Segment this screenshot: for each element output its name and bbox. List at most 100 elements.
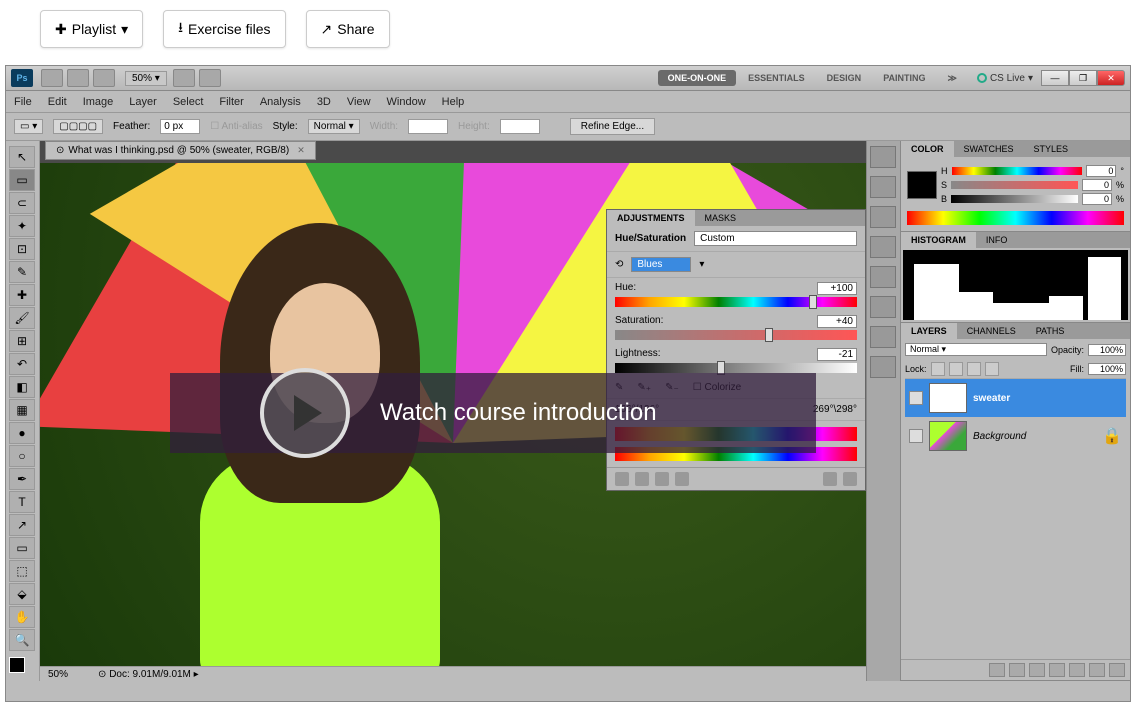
lock-pixels-icon[interactable]: [949, 362, 963, 376]
workspace-painting[interactable]: PAINTING: [873, 70, 935, 86]
stamp-tool[interactable]: ⊞: [9, 330, 35, 352]
workspace-one-on-one[interactable]: ONE-ON-ONE: [658, 70, 737, 86]
hue-slider[interactable]: [615, 297, 857, 307]
status-zoom[interactable]: 50%: [48, 669, 68, 680]
tab-color[interactable]: COLOR: [901, 141, 954, 157]
saturation-slider[interactable]: [615, 330, 857, 340]
tab-info[interactable]: INFO: [976, 232, 1018, 248]
pen-tool[interactable]: ✒: [9, 468, 35, 490]
layer-sweater[interactable]: sweater: [905, 379, 1126, 417]
menu-file[interactable]: File: [14, 96, 32, 108]
eraser-tool[interactable]: ◧: [9, 376, 35, 398]
blur-tool[interactable]: ●: [9, 422, 35, 444]
menu-edit[interactable]: Edit: [48, 96, 67, 108]
h-slider[interactable]: [952, 167, 1083, 175]
menu-3d[interactable]: 3D: [317, 96, 331, 108]
workspace-essentials[interactable]: ESSENTIALS: [738, 70, 815, 86]
workspace-design[interactable]: DESIGN: [817, 70, 872, 86]
lasso-tool[interactable]: ⊂: [9, 192, 35, 214]
bridge-icon[interactable]: [41, 69, 63, 87]
cs-live-button[interactable]: CS Live ▾: [977, 73, 1033, 84]
shape-tool[interactable]: ▭: [9, 537, 35, 559]
s-slider[interactable]: [951, 181, 1078, 189]
view-icon[interactable]: [635, 472, 649, 486]
tab-channels[interactable]: CHANNELS: [957, 323, 1026, 339]
character-panel-icon[interactable]: [870, 266, 896, 288]
lightness-input[interactable]: [817, 348, 857, 361]
tab-adjustments[interactable]: ADJUSTMENTS: [607, 210, 695, 226]
opacity-input[interactable]: [1088, 344, 1126, 356]
menu-help[interactable]: Help: [442, 96, 465, 108]
move-tool[interactable]: ↖: [9, 146, 35, 168]
b-input[interactable]: [1082, 193, 1112, 205]
menu-analysis[interactable]: Analysis: [260, 96, 301, 108]
close-button[interactable]: ✕: [1097, 70, 1125, 86]
menu-view[interactable]: View: [347, 96, 371, 108]
tools-preset-icon[interactable]: [870, 356, 896, 378]
zoom-tool[interactable]: 🔍: [9, 629, 35, 651]
fx-icon[interactable]: [1009, 663, 1025, 677]
gradient-tool[interactable]: ▦: [9, 399, 35, 421]
type-tool[interactable]: T: [9, 491, 35, 513]
screenmode-icon[interactable]: [199, 69, 221, 87]
color-foreground-box[interactable]: [907, 171, 937, 199]
workspace-more-icon[interactable]: ≫: [938, 70, 967, 87]
style-select[interactable]: Normal ▾: [308, 119, 360, 134]
tab-swatches[interactable]: SWATCHES: [954, 141, 1024, 157]
saturation-input[interactable]: [817, 315, 857, 328]
layer-thumb-adjustment[interactable]: [929, 383, 967, 413]
dodge-tool[interactable]: ○: [9, 445, 35, 467]
maximize-button[interactable]: ❐: [1069, 70, 1097, 86]
link-layers-icon[interactable]: [989, 663, 1005, 677]
lock-transparency-icon[interactable]: [931, 362, 945, 376]
lightness-slider[interactable]: [615, 363, 857, 373]
new-layer-icon[interactable]: [1089, 663, 1105, 677]
brush-tool[interactable]: 🖌: [9, 307, 35, 329]
tab-paths[interactable]: PATHS: [1026, 323, 1075, 339]
clip-icon[interactable]: [655, 472, 669, 486]
delete-layer-icon[interactable]: [1109, 663, 1125, 677]
feather-input[interactable]: [160, 119, 200, 134]
selection-mode-icons[interactable]: ▢▢▢▢: [53, 119, 103, 134]
back-icon[interactable]: [615, 472, 629, 486]
menu-select[interactable]: Select: [173, 96, 204, 108]
hue-input[interactable]: [817, 282, 857, 295]
layer-thumb-background[interactable]: [929, 421, 967, 451]
preset-select[interactable]: Custom: [694, 231, 857, 246]
crop-tool[interactable]: ⊡: [9, 238, 35, 260]
tab-histogram[interactable]: HISTOGRAM: [901, 232, 976, 248]
trash-icon[interactable]: [843, 472, 857, 486]
arrange-icon[interactable]: [173, 69, 195, 87]
menu-image[interactable]: Image: [83, 96, 114, 108]
tab-masks[interactable]: MASKS: [695, 210, 747, 226]
minibridge-icon[interactable]: [67, 69, 89, 87]
hand-tool[interactable]: ✋: [9, 606, 35, 628]
actions-panel-icon[interactable]: [870, 236, 896, 258]
color-ramp[interactable]: [907, 211, 1124, 225]
s-input[interactable]: [1082, 179, 1112, 191]
lock-all-icon[interactable]: [985, 362, 999, 376]
b-slider[interactable]: [951, 195, 1078, 203]
tab-styles[interactable]: STYLES: [1024, 141, 1079, 157]
mask-icon[interactable]: [1029, 663, 1045, 677]
zoom-select[interactable]: 50% ▾: [125, 71, 167, 86]
playlist-button[interactable]: ✚ Playlist ▾: [40, 10, 143, 48]
3d-tool[interactable]: ⬚: [9, 560, 35, 582]
fill-input[interactable]: [1088, 363, 1126, 375]
brush-panel-icon[interactable]: [870, 176, 896, 198]
minimize-button[interactable]: —: [1041, 70, 1069, 86]
visibility-icon[interactable]: [909, 391, 923, 405]
history-panel-icon[interactable]: [870, 206, 896, 228]
path-tool[interactable]: ↗: [9, 514, 35, 536]
blend-mode-select[interactable]: Normal ▾: [905, 343, 1047, 356]
healing-tool[interactable]: ✚: [9, 284, 35, 306]
exercise-files-button[interactable]: ⭳ Exercise files: [163, 10, 285, 48]
minibridge-panel-icon[interactable]: [870, 146, 896, 168]
group-icon[interactable]: [1069, 663, 1085, 677]
paragraph-panel-icon[interactable]: [870, 296, 896, 318]
play-button[interactable]: [260, 368, 350, 458]
adjustment-layer-icon[interactable]: [1049, 663, 1065, 677]
canvas[interactable]: ADJUSTMENTS MASKS Hue/Saturation Custom …: [40, 163, 866, 666]
camera-tool[interactable]: ⬙: [9, 583, 35, 605]
history-brush-tool[interactable]: ↶: [9, 353, 35, 375]
